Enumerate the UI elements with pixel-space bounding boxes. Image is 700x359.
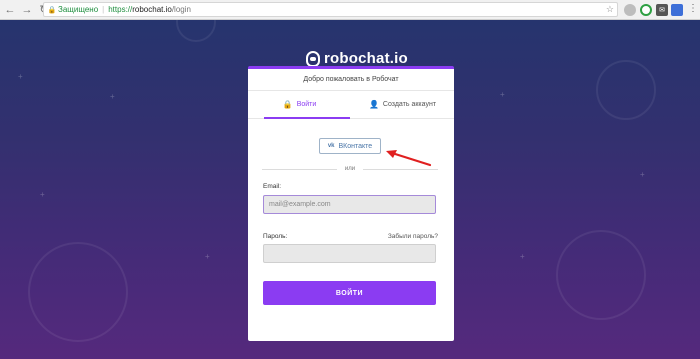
password-field[interactable] [263, 244, 436, 263]
decor-sparkle: + [110, 92, 115, 101]
url-scheme: https:// [108, 5, 133, 14]
url-path: /login [171, 5, 191, 14]
vk-icon: vk [327, 143, 335, 149]
divider-line [262, 168, 337, 170]
card-header: Добро пожаловать в Робочат [248, 69, 454, 91]
address-bar[interactable]: 🔒 Защищено | https:// robochat.io /login… [43, 2, 618, 17]
robot-logo-icon [306, 50, 320, 67]
browser-toolbar: ← → ↻ 🔒 Защищено | https:// robochat.io … [0, 0, 700, 20]
annotation-arrow-icon [386, 150, 432, 167]
decor-sparkle: + [18, 72, 23, 81]
lock-icon: 🔒 [47, 6, 57, 14]
tab-register-label: Создать аккаунт [382, 101, 437, 108]
tab-login-label: Войти [296, 101, 317, 108]
secure-label: Защищено [58, 5, 99, 14]
decor-sparkle: + [205, 252, 210, 261]
decor-circle [596, 60, 656, 120]
divider-text: или [344, 166, 356, 172]
logo: robochat.io [306, 50, 408, 67]
auth-tabs: 🔒 Войти 👤 Создать аккаунт [248, 91, 454, 119]
extension-blue-icon[interactable] [671, 4, 683, 16]
add-user-icon: 👤 [368, 100, 379, 109]
extension-green-icon[interactable] [640, 4, 652, 16]
browser-menu-icon[interactable]: ⋮ [688, 4, 698, 14]
tab-login[interactable]: 🔒 Войти [248, 91, 351, 118]
vk-button-label: ВКонтакте [338, 142, 373, 150]
divider-line [363, 168, 438, 170]
decor-circle [556, 230, 646, 320]
decor-sparkle: + [500, 90, 505, 99]
forward-icon[interactable]: → [20, 3, 34, 17]
forgot-password-link[interactable]: Забыли пароль? [388, 233, 438, 240]
active-tab-indicator [264, 117, 350, 119]
extension-gray-icon[interactable] [624, 4, 636, 16]
tab-register[interactable]: 👤 Создать аккаунт [351, 91, 454, 118]
bookmark-star-icon[interactable]: ☆ [606, 3, 614, 16]
email-label: Email: [263, 183, 282, 190]
lock-icon: 🔒 [282, 100, 293, 109]
decor-circle [28, 242, 128, 342]
url-host: robochat.io [132, 5, 172, 14]
url-separator: | [102, 5, 105, 14]
login-card: Добро пожаловать в Робочат 🔒 Войти 👤 Соз… [248, 66, 454, 341]
back-icon[interactable]: ← [3, 3, 17, 17]
email-field[interactable]: mail@example.com [263, 195, 436, 214]
login-submit-button[interactable]: ВОЙТИ [263, 281, 436, 305]
decor-sparkle: + [520, 252, 525, 261]
vk-login-button[interactable]: vk ВКонтакте [319, 138, 381, 154]
logo-text: robochat.io [324, 50, 408, 67]
password-label: Пароль: [263, 233, 288, 240]
decor-circle [176, 20, 216, 42]
extension-mail-icon[interactable]: ✉ [656, 4, 668, 16]
decor-sparkle: + [640, 170, 645, 179]
decor-sparkle: + [40, 190, 45, 199]
